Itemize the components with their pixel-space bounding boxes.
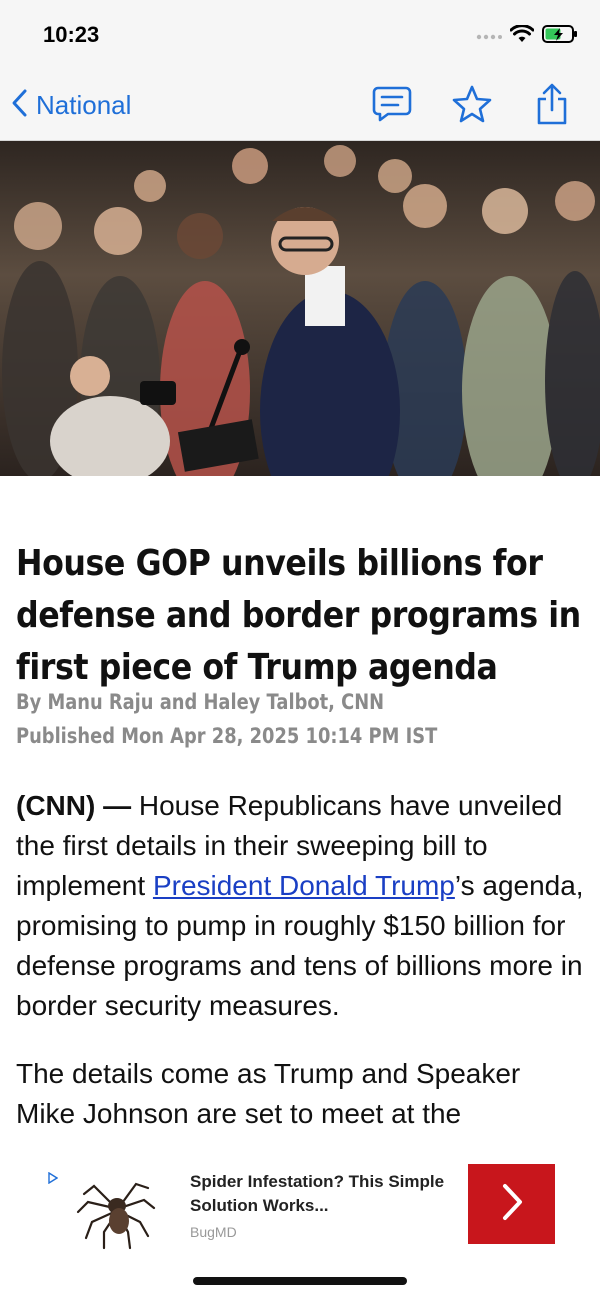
status-icons [476,24,578,49]
article-paragraph-1: (CNN) — House Republicans have unveiled … [16,790,584,1021]
article-hero-photo [0,141,600,476]
signal-dots-icon [476,28,502,46]
back-label: National [36,90,132,120]
article-headline: House GOP unveils billions for defense a… [16,543,581,688]
spider-ad-image[interactable] [74,1166,158,1250]
share-button[interactable] [532,83,572,126]
adchoices-icon[interactable] [48,1171,59,1187]
ad-cta-button[interactable] [468,1164,555,1244]
comment-button[interactable] [372,86,412,126]
share-icon [535,83,569,130]
article-body: (CNN) — House Republicans have unveiled … [16,786,586,1162]
status-time: 10:23 [43,22,100,47]
status-bar: 10:23 [0,0,600,68]
president-trump-link[interactable]: President Donald Trump [153,870,455,901]
nav-bar: National [0,68,600,141]
bookmark-star-button[interactable] [452,85,492,128]
ad-source: BugMD [190,1224,237,1240]
wifi-icon [509,24,535,48]
article-paragraph-2: The details come as Trump and Speaker Mi… [16,1058,521,1129]
home-indicator[interactable] [193,1277,407,1285]
chevron-left-icon [10,88,28,123]
star-icon [452,85,492,128]
battery-icon [542,24,578,49]
ad-title[interactable]: Spider Infestation? This Simple Solution… [190,1170,450,1218]
dateline: (CNN) — [16,790,132,821]
article-byline: By Manu Raju and Haley Talbot, CNN [16,690,385,714]
comment-icon [372,86,412,127]
article-published-date: Published Mon Apr 28, 2025 10:14 PM IST [16,724,438,748]
chevron-right-icon [500,1183,524,1226]
back-button[interactable]: National [10,88,131,123]
hero-photo-illustration [0,141,600,476]
nav-actions [372,83,572,128]
